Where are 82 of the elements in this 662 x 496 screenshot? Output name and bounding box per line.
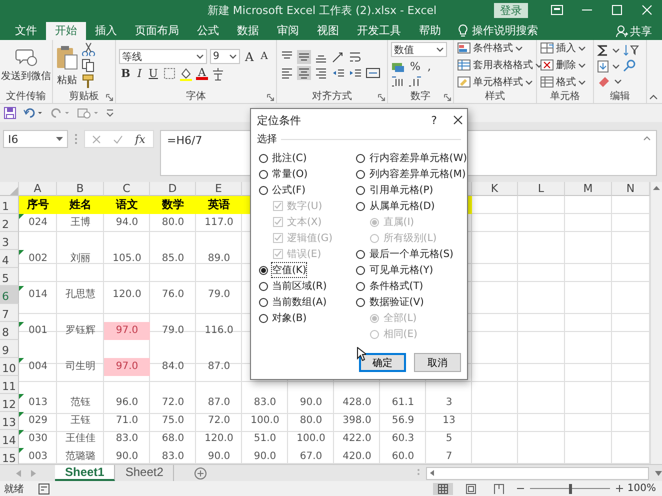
table-cell-text: 3 — [444, 396, 454, 410]
table-cell-text: 85.0 — [160, 252, 186, 266]
table-cell-text: 76.0 — [160, 288, 186, 302]
group-label: 数字 — [410, 90, 430, 103]
group-label: 文件传输 — [6, 90, 46, 103]
table-cell-text: 90.0 — [298, 396, 324, 410]
table-cell-text: 7 — [444, 450, 454, 464]
table-cell-text: 87.0 — [206, 360, 232, 374]
table-cell-text: 67.0 — [298, 450, 324, 464]
table-cell-text: 13 — [442, 414, 456, 428]
table-cell-text: 5 — [444, 432, 454, 446]
table-cell-text: 117.0 — [204, 216, 234, 230]
table-cell-text: 75.0 — [160, 414, 186, 428]
table-cell-text: 100.0 — [250, 414, 280, 428]
table-cell-text: 030 — [27, 432, 49, 446]
table-cell-text: 83.0 — [252, 396, 278, 410]
table-cell-text: 002 — [27, 252, 49, 266]
table-cell-text: 398.0 — [342, 414, 372, 428]
table-cell-text: 71.0 — [114, 414, 140, 428]
table-cell-text: 83.0 — [114, 432, 140, 446]
table-cell-text: 96.0 — [114, 396, 140, 410]
group-label: 对齐方式 — [312, 90, 352, 103]
table-cell-text: 范钰 — [70, 396, 92, 410]
group-label: 剪贴板 — [69, 90, 99, 103]
table-cell-text: 王佳佳 — [64, 432, 96, 446]
table-cell-text: 60.0 — [390, 450, 416, 464]
table-cell-text: 范璐璐 — [64, 450, 96, 464]
table-cell-text: 029 — [27, 414, 49, 428]
table-cell-text: 80.0 — [160, 216, 186, 230]
table-cell-text: 94.0 — [114, 216, 140, 230]
table-cell: 97.0 — [104, 358, 150, 376]
table-cell-text: 014 — [27, 288, 49, 302]
table-cell-text: 刘丽 — [70, 252, 92, 266]
table-cell-text: 001 — [27, 324, 49, 338]
column-title: 英语 — [196, 196, 242, 214]
table-cell-text: 79.0 — [160, 324, 186, 338]
table-cell-text: 003 — [27, 450, 49, 464]
group-label: 选择 — [257, 132, 277, 146]
dialog-title: 定位条件 — [257, 112, 302, 128]
table-cell-text: 116.0 — [204, 324, 234, 338]
column-title: 序号 — [19, 196, 57, 214]
table-cell-text: 60.3 — [390, 432, 416, 446]
table-cell-text: 68.0 — [160, 432, 186, 446]
column-title: 语文 — [104, 196, 150, 214]
table-cell-text: 90.0 — [252, 450, 278, 464]
table-cell-text: 428.0 — [342, 396, 372, 410]
column-title: 姓名 — [57, 196, 104, 214]
table-cell-text: 90.0 — [206, 450, 232, 464]
table-cell-text: 120.0 — [112, 288, 142, 302]
table-cell-text: 013 — [27, 396, 49, 410]
table-cell-text: 王博 — [70, 216, 92, 230]
table-cell-text: 87.0 — [206, 396, 232, 410]
status-text: 就绪 — [4, 482, 24, 496]
table-cell-text: 100.0 — [296, 432, 326, 446]
table-cell-text: 56.9 — [390, 414, 416, 428]
table-cell-text: 422.0 — [342, 432, 372, 446]
column-title: 数学 — [150, 196, 196, 214]
table-cell-text: 61.1 — [390, 396, 416, 410]
table-cell-text: 72.0 — [206, 414, 232, 428]
table-cell-text: 004 — [27, 360, 49, 374]
table-cell-text: 89.0 — [206, 252, 232, 266]
group-label: 编辑 — [610, 90, 630, 103]
table-cell-text: 120.0 — [204, 432, 234, 446]
table-cell-text: 105.0 — [112, 252, 142, 266]
group-label: 字体 — [186, 90, 206, 103]
table-cell-text: 王钰 — [70, 414, 92, 428]
window-title: 新建 Microsoft Excel 工作表 (2).xlsx - Excel — [206, 2, 438, 18]
table-cell-text: 79.0 — [206, 288, 232, 302]
table-cell-text: 司生明 — [64, 360, 96, 374]
table-cell-text: 罗钰辉 — [64, 324, 96, 338]
table-cell-text: 024 — [27, 216, 49, 230]
table-cell-text: 90.0 — [114, 450, 140, 464]
table-cell-text: 72.0 — [160, 396, 186, 410]
group-label: 样式 — [485, 90, 505, 103]
table-cell-text: 51.0 — [252, 432, 278, 446]
group-label: 单元格 — [550, 90, 580, 103]
table-cell-text: 84.0 — [160, 360, 186, 374]
table-cell: 97.0 — [104, 322, 150, 340]
table-cell-text: 80.0 — [298, 414, 324, 428]
table-cell-text: 83.0 — [160, 450, 186, 464]
table-cell-text: 孔思慧 — [64, 288, 96, 302]
table-cell-text: 420.0 — [342, 450, 372, 464]
